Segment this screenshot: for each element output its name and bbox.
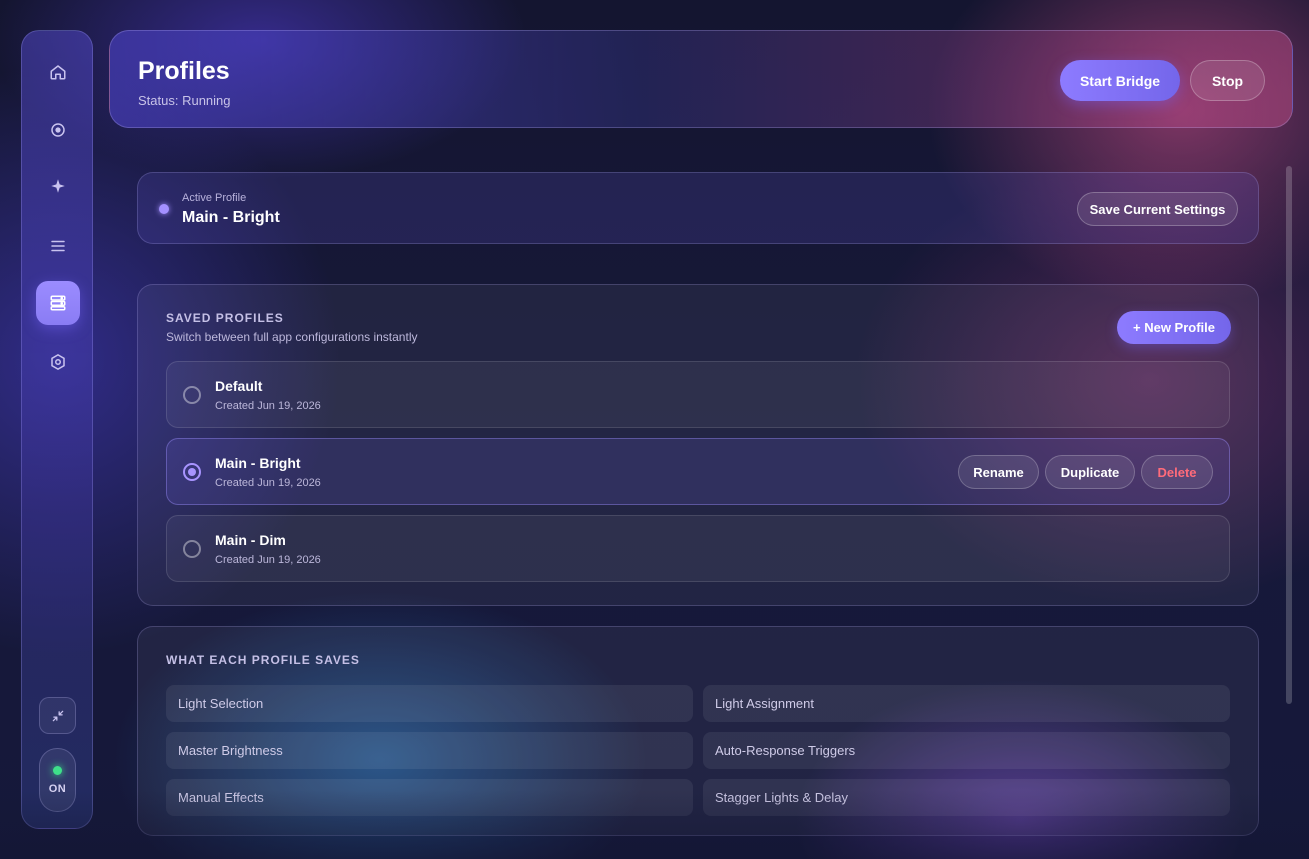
profile-name: Default	[215, 378, 263, 394]
nav-settings[interactable]	[36, 340, 80, 384]
profile-name: Main - Bright	[215, 455, 301, 471]
save-current-settings-button[interactable]: Save Current Settings	[1077, 192, 1238, 226]
collapse-button[interactable]	[39, 697, 76, 734]
nav-target[interactable]	[36, 108, 80, 152]
profile-created-date: Created Jun 19, 2026	[215, 477, 321, 489]
power-label: ON	[48, 782, 67, 795]
saved-item: Auto-Response Triggers	[703, 732, 1230, 769]
profile-radio[interactable]	[183, 540, 201, 558]
active-profile-name: Main - Bright	[182, 209, 280, 226]
saved-item: Light Assignment	[703, 685, 1230, 722]
profile-name: Main - Dim	[215, 532, 286, 548]
target-icon	[51, 123, 65, 137]
saved-profiles-card: SAVED PROFILES Switch between full app c…	[137, 284, 1259, 606]
saved-item: Stagger Lights & Delay	[703, 779, 1230, 816]
profile-radio[interactable]	[183, 463, 201, 481]
page-title: Profiles	[138, 57, 230, 85]
active-profile-label: Active Profile	[182, 192, 247, 204]
profile-radio[interactable]	[183, 386, 201, 404]
profile-row-default[interactable]: Default Created Jun 19, 2026	[166, 361, 1230, 428]
menu-icon	[51, 240, 65, 252]
power-toggle[interactable]: ON	[39, 748, 76, 812]
nav-profiles[interactable]	[36, 281, 80, 325]
bridge-status: Status: Running	[138, 93, 231, 108]
profile-created-date: Created Jun 19, 2026	[215, 400, 321, 412]
status-dot	[53, 765, 62, 775]
section-title: SAVED PROFILES	[166, 311, 284, 325]
sidebar: ON	[21, 30, 93, 829]
rename-button[interactable]: Rename	[958, 455, 1039, 489]
saved-item: Master Brightness	[166, 732, 693, 769]
server-icon	[50, 295, 66, 311]
profile-row-main-dim[interactable]: Main - Dim Created Jun 19, 2026	[166, 515, 1230, 582]
profile-row-main-bright[interactable]: Main - Bright Created Jun 19, 2026 Renam…	[166, 438, 1230, 505]
nav-home[interactable]	[36, 50, 80, 94]
scrollbar[interactable]	[1286, 166, 1292, 704]
sparkle-icon	[51, 179, 65, 193]
saved-item: Manual Effects	[166, 779, 693, 816]
home-icon	[50, 65, 66, 80]
collapse-icon	[52, 710, 63, 721]
section-subtitle: Switch between full app configurations i…	[166, 330, 418, 344]
section-title: WHAT EACH PROFILE SAVES	[166, 653, 360, 667]
delete-button[interactable]: Delete	[1141, 455, 1213, 489]
settings-icon	[51, 354, 65, 370]
saved-item: Light Selection	[166, 685, 693, 722]
page-header: Profiles Status: Running Start Bridge St…	[109, 30, 1293, 128]
nav-list[interactable]	[36, 224, 80, 268]
profile-created-date: Created Jun 19, 2026	[215, 554, 321, 566]
active-indicator-dot	[159, 204, 169, 214]
new-profile-button[interactable]: + New Profile	[1117, 311, 1231, 344]
stop-button[interactable]: Stop	[1190, 60, 1265, 101]
active-profile-card: Active Profile Main - Bright Save Curren…	[137, 172, 1259, 244]
nav-effects[interactable]	[36, 164, 80, 208]
duplicate-button[interactable]: Duplicate	[1045, 455, 1135, 489]
profile-saves-card: WHAT EACH PROFILE SAVES Light Selection …	[137, 626, 1259, 836]
start-bridge-button[interactable]: Start Bridge	[1060, 60, 1180, 101]
